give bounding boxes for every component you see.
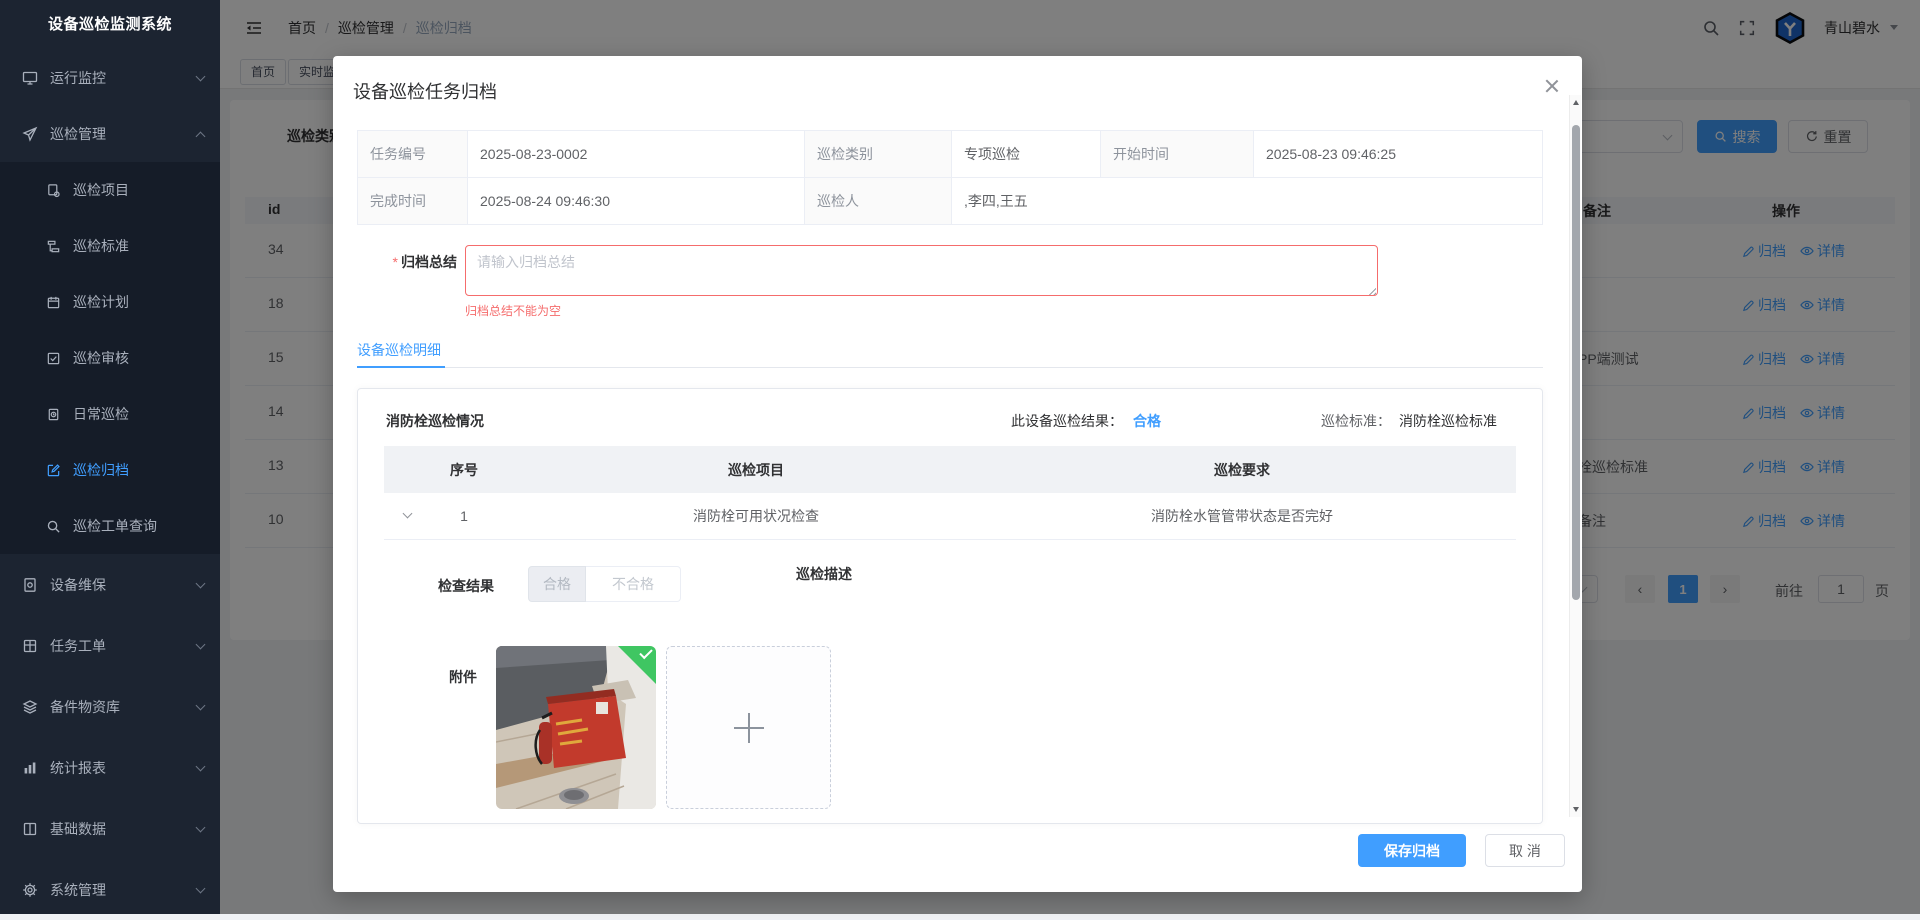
device-name: 消防栓巡检情况 <box>386 411 484 431</box>
device-standard: 巡检标准：消防栓巡检标准 <box>1321 411 1497 431</box>
layers-icon <box>22 699 38 715</box>
app-title: 设备巡检监测系统 <box>0 0 220 50</box>
attachment-photo[interactable] <box>496 646 656 809</box>
radio-fail[interactable]: 不合格 <box>586 566 681 602</box>
tab-device-detail[interactable]: 设备巡检明细 <box>357 340 441 360</box>
finish-time-value: 2025-08-24 09:46:30 <box>468 178 805 225</box>
category-label: 巡检类别 <box>805 131 952 178</box>
check-result-label: 检查结果 <box>438 576 494 596</box>
sidebar-item-statistics-report[interactable]: 统计报表 <box>0 737 220 798</box>
task-info-table: 任务编号 2025-08-23-0002 巡检类别 专项巡检 开始时间 2025… <box>357 130 1543 225</box>
sidebar-item-inspection-project[interactable]: 巡检项目 <box>0 162 220 218</box>
bar-chart-icon <box>22 760 38 776</box>
radio-pass[interactable]: 合格 <box>528 566 586 602</box>
check-result-radio-group: 合格 不合格 <box>528 566 681 602</box>
chevron-down-icon <box>196 822 206 832</box>
sidebar-item-daily-inspection[interactable]: 日常巡检 <box>0 386 220 442</box>
check-square-icon <box>46 351 61 366</box>
device-card: 消防栓巡检情况 此设备巡检结果：合格 巡检标准：消防栓巡检标准 序号 巡检项目 … <box>357 388 1543 824</box>
summary-error: 归档总结不能为空 <box>465 302 561 319</box>
task-no-label: 任务编号 <box>358 131 468 178</box>
chevron-up-icon <box>196 131 206 141</box>
items-table-header: 序号 巡检项目 巡检要求 <box>384 446 1516 493</box>
document-copy-icon <box>46 183 61 198</box>
standard-value: 消防栓巡检标准 <box>1399 413 1497 429</box>
sidebar-item-spare-parts[interactable]: 备件物资库 <box>0 676 220 737</box>
finish-time-label: 完成时间 <box>358 178 468 225</box>
col-index: 序号 <box>384 460 544 480</box>
sidebar-item-workorder-query[interactable]: 巡检工单查询 <box>0 498 220 554</box>
sidebar-item-inspection-plan[interactable]: 巡检计划 <box>0 274 220 330</box>
send-icon <box>22 126 38 142</box>
inspection-desc-label: 巡检描述 <box>796 564 852 584</box>
upload-button[interactable] <box>666 646 831 809</box>
chevron-down-icon <box>196 578 206 588</box>
category-value: 专项巡检 <box>952 131 1101 178</box>
sidebar: 设备巡检监测系统 运行监控 巡检管理 巡检项目 巡检标准 巡检计划 巡检审核 日… <box>0 0 220 914</box>
inspector-label: 巡检人 <box>805 178 952 225</box>
columns-icon <box>22 821 38 837</box>
dialog-scrollbar[interactable] <box>1569 95 1581 817</box>
device-result: 此设备巡检结果：合格 <box>1011 411 1161 431</box>
chevron-down-icon <box>196 883 206 893</box>
grid-icon <box>22 638 38 654</box>
col-item: 巡检项目 <box>544 460 968 480</box>
chevron-down-icon <box>196 761 206 771</box>
plus-icon <box>734 713 764 743</box>
sidebar-item-equipment-maintenance[interactable]: 设备维保 <box>0 554 220 615</box>
chevron-down-icon <box>196 72 206 82</box>
save-archive-button[interactable]: 保存归档 <box>1358 834 1466 867</box>
task-no-value: 2025-08-23-0002 <box>468 131 805 178</box>
inspection-items-table: 序号 巡检项目 巡检要求 1 消防栓可用状况检查 消防栓水管管带状态是否完好 <box>384 446 1516 540</box>
sidebar-item-task-workorder[interactable]: 任务工单 <box>0 615 220 676</box>
dialog-title: 设备巡检任务归档 <box>353 78 497 104</box>
resize-handle-icon[interactable] <box>1367 286 1376 295</box>
col-requirement: 巡检要求 <box>968 460 1516 480</box>
sidebar-item-inspection-archive[interactable]: 巡检归档 <box>0 442 220 498</box>
sidebar-item-system-management[interactable]: 系统管理 <box>0 859 220 920</box>
attachment-label: 附件 <box>449 667 477 687</box>
sidebar-item-inspection-standard[interactable]: 巡检标准 <box>0 218 220 274</box>
scrollbar-thumb[interactable] <box>1572 125 1580 600</box>
search-icon <box>46 519 61 534</box>
chevron-down-icon <box>196 700 206 710</box>
chevron-down-icon <box>196 639 206 649</box>
tree-icon <box>46 239 61 254</box>
document-icon <box>22 577 38 593</box>
sidebar-item-base-data[interactable]: 基础数据 <box>0 798 220 859</box>
summary-label: *归档总结 <box>357 252 457 272</box>
inspector-value: ,李四,王五 <box>952 178 1543 225</box>
monitor-icon <box>22 70 38 86</box>
inspection-item-row[interactable]: 1 消防栓可用状况检查 消防栓水管管带状态是否完好 <box>384 493 1516 540</box>
scroll-down-icon[interactable] <box>1573 807 1579 812</box>
clock-doc-icon <box>46 407 61 422</box>
result-value: 合格 <box>1133 413 1161 429</box>
edit-square-icon <box>46 463 61 478</box>
archive-dialog: 设备巡检任务归档 任务编号 2025-08-23-0002 巡检类别 专项巡检 … <box>333 56 1582 892</box>
tab-divider <box>357 367 1543 368</box>
sidebar-item-inspection-management[interactable]: 巡检管理 <box>0 106 220 162</box>
cancel-button[interactable]: 取 消 <box>1485 834 1565 867</box>
sidebar-item-inspection-audit[interactable]: 巡检审核 <box>0 330 220 386</box>
scroll-up-icon[interactable] <box>1573 100 1579 105</box>
gear-icon <box>22 882 38 898</box>
start-time-label: 开始时间 <box>1101 131 1254 178</box>
summary-textarea[interactable] <box>465 245 1378 296</box>
sidebar-submenu: 巡检项目 巡检标准 巡检计划 巡检审核 日常巡检 巡检归档 巡检工单查询 <box>0 162 220 554</box>
start-time-value: 2025-08-23 09:46:25 <box>1254 131 1543 178</box>
close-icon[interactable] <box>1542 76 1562 96</box>
calendar-icon <box>46 295 61 310</box>
sidebar-item-running-monitor[interactable]: 运行监控 <box>0 50 220 106</box>
tab-active-bar <box>357 366 445 368</box>
